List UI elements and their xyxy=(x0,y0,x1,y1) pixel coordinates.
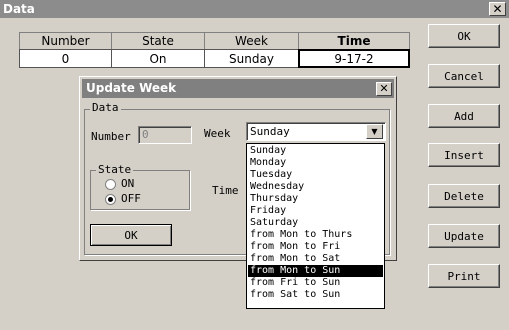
delete-button[interactable]: Delete xyxy=(428,184,500,208)
chevron-down-icon[interactable]: ▼ xyxy=(366,124,383,139)
week-combobox[interactable]: Sunday xyxy=(246,122,386,141)
cell-time[interactable]: 9-17-2 xyxy=(298,49,410,68)
week-option[interactable]: from Sat to Sun xyxy=(248,289,383,301)
number-field[interactable]: 0 xyxy=(138,126,192,144)
week-option[interactable]: Thursday xyxy=(248,193,383,205)
week-dropdown-list[interactable]: Sunday Monday Tuesday Wednesday Thursday… xyxy=(246,143,385,309)
week-option[interactable]: from Mon to Thurs xyxy=(248,229,383,241)
week-option[interactable]: Wednesday xyxy=(248,181,383,193)
week-option[interactable]: Tuesday xyxy=(248,169,383,181)
cell-week[interactable]: Sunday xyxy=(204,49,299,68)
dialog-close-button[interactable]: ✕ xyxy=(376,82,392,96)
state-group-label: State xyxy=(96,163,134,176)
state-off-label: OFF xyxy=(121,192,141,205)
data-group-label: Data xyxy=(90,101,121,114)
column-header-number[interactable]: Number xyxy=(19,32,112,50)
week-option[interactable]: Monday xyxy=(248,157,383,169)
cancel-button[interactable]: Cancel xyxy=(428,64,500,88)
week-option[interactable]: from Mon to Sat xyxy=(248,253,383,265)
insert-button[interactable]: Insert xyxy=(428,143,500,167)
week-option[interactable]: from Fri to Sun xyxy=(248,277,383,289)
column-header-time[interactable]: Time xyxy=(298,32,410,50)
window-close-button[interactable]: ✕ xyxy=(489,2,506,16)
cell-number[interactable]: 0 xyxy=(19,49,112,68)
radio-selected-dot xyxy=(108,197,113,202)
week-option[interactable]: from Mon to Fri xyxy=(248,241,383,253)
print-button[interactable]: Print xyxy=(428,264,500,288)
dialog-title-bar: Update Week ✕ xyxy=(82,79,394,98)
number-label: Number xyxy=(91,130,131,143)
week-option[interactable]: Sunday xyxy=(248,145,383,157)
update-button[interactable]: Update xyxy=(428,224,500,248)
week-option[interactable]: Saturday xyxy=(248,217,383,229)
dialog-title: Update Week xyxy=(86,81,177,95)
column-header-state[interactable]: State xyxy=(111,32,205,50)
column-header-week[interactable]: Week xyxy=(204,32,299,50)
time-label: Time xyxy=(212,184,239,197)
ok-button[interactable]: OK xyxy=(428,24,500,48)
window-title-bar xyxy=(0,0,509,18)
state-on-radio[interactable] xyxy=(105,179,116,190)
cell-state[interactable]: On xyxy=(111,49,205,68)
window-title: Data xyxy=(3,2,35,16)
week-option-highlighted[interactable]: from Mon to Sun xyxy=(248,265,383,277)
state-off-radio[interactable] xyxy=(105,194,116,205)
week-option[interactable]: Friday xyxy=(248,205,383,217)
state-on-label: ON xyxy=(121,177,135,190)
dialog-ok-button[interactable]: OK xyxy=(90,224,172,246)
week-label: Week xyxy=(204,127,231,140)
add-button[interactable]: Add xyxy=(428,104,500,128)
week-combobox-value: Sunday xyxy=(250,125,290,138)
